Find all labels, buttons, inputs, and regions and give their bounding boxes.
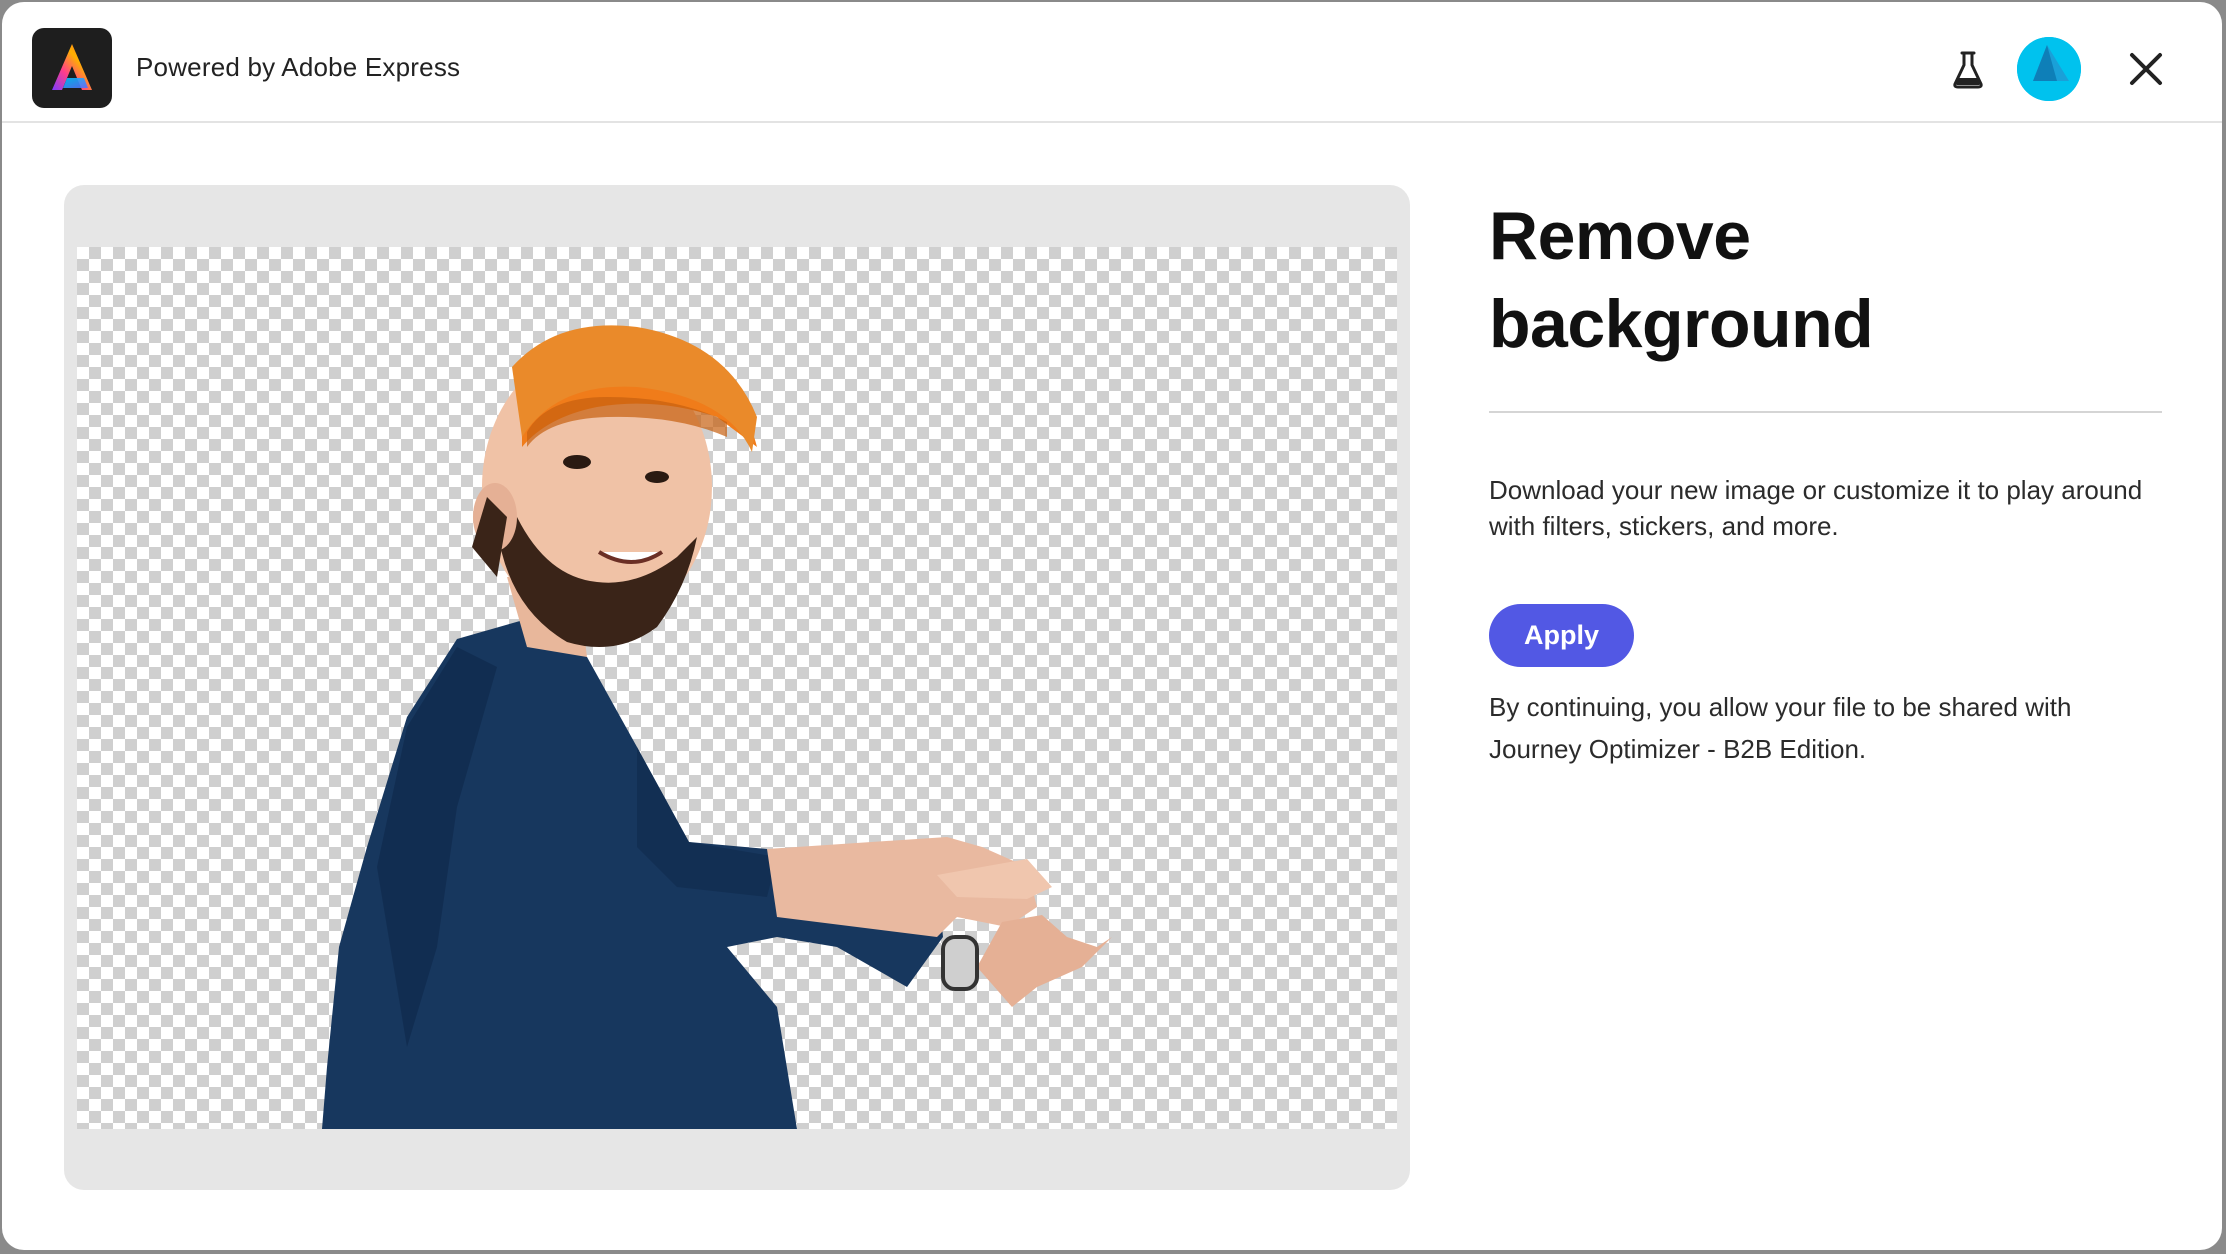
user-avatar[interactable] xyxy=(2017,37,2081,101)
adobe-express-dialog: Powered by Adobe Express Remove backgrou… xyxy=(2,2,2222,1250)
page-title: Remove background xyxy=(1489,198,1874,362)
description-text: Download your new image or customize it … xyxy=(1489,475,2143,541)
adobe-express-logo-icon xyxy=(32,28,112,108)
dialog-header: Powered by Adobe Express xyxy=(2,2,2222,123)
image-preview-frame xyxy=(64,185,1410,1190)
apply-button[interactable]: Apply xyxy=(1489,604,1634,667)
beaker-icon[interactable] xyxy=(1950,50,1986,90)
close-icon[interactable] xyxy=(2127,50,2165,88)
powered-by-label: Powered by Adobe Express xyxy=(136,52,461,82)
background-removed-photo xyxy=(322,325,1112,1129)
transparent-canvas xyxy=(77,247,1397,1129)
consent-text: By continuing, you allow your file to be… xyxy=(1489,692,2072,764)
divider xyxy=(1489,411,2162,413)
